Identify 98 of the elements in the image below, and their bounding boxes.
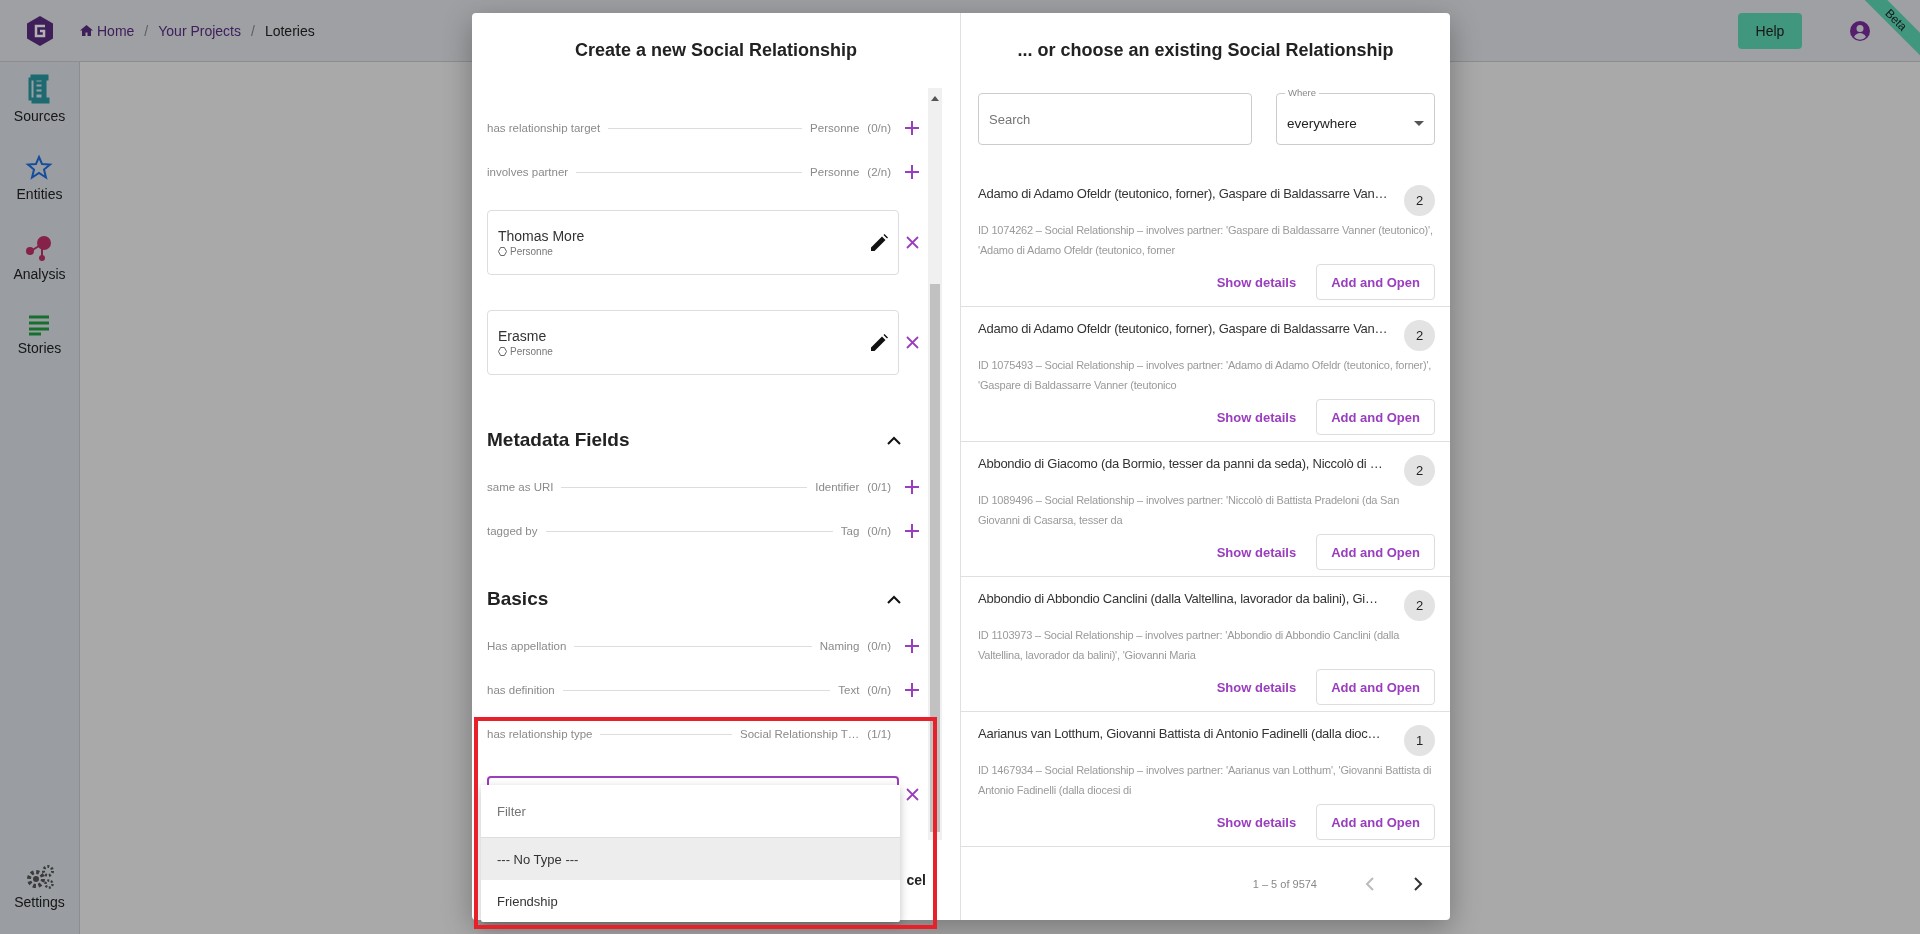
entity-name: Thomas More	[498, 228, 586, 244]
add-icon[interactable]	[905, 639, 919, 653]
nav-item[interactable]: Entities	[16, 154, 63, 234]
logo-icon[interactable]	[26, 14, 54, 47]
dialog-title: Create a new Social Relationship	[573, 39, 859, 62]
breadcrumb-separator: /	[251, 22, 255, 39]
count-badge: 1	[1404, 725, 1435, 756]
show-details-link[interactable]: Show details	[1216, 544, 1297, 560]
property-range: Text	[838, 684, 860, 696]
breadcrumb-link[interactable]: Your Projects	[158, 22, 241, 39]
property-count: (0/n)	[867, 640, 891, 652]
property-range: Identifier	[815, 481, 860, 493]
property-range: Personne	[810, 166, 860, 178]
count-badge: 2	[1404, 455, 1435, 486]
property-count: (0/n)	[867, 684, 891, 696]
count-badge: 2	[1404, 185, 1435, 216]
add-icon[interactable]	[905, 480, 919, 494]
dialog-title: ... or choose an existing Social Relationship	[1016, 39, 1395, 62]
close-icon[interactable]	[905, 236, 919, 249]
close-icon[interactable]	[905, 336, 919, 349]
property-label: involves partner	[487, 166, 569, 178]
property-count: (2/n)	[867, 166, 891, 178]
property-count: (1/1)	[867, 728, 891, 740]
result-title: Abbondio di Abbondio Canclini (dalla Valtellina, lavorador da balini), Gi…	[978, 591, 1379, 606]
property-range: Social Relationship T…	[740, 728, 860, 740]
filter-field[interactable]: Filter	[481, 785, 900, 838]
property-count: (0/1)	[867, 481, 891, 493]
property-range: Personne	[810, 122, 860, 134]
home-icon	[80, 25, 93, 36]
result-title: Adamo di Adamo Ofeldr (teutonico, forner), Gaspare di Baldassarre Van…	[978, 186, 1389, 201]
scroll-up-icon[interactable]	[931, 96, 939, 101]
search-field[interactable]: Search	[978, 93, 1252, 145]
entity-type: Personne	[498, 246, 870, 257]
dropdown-option[interactable]: --- No Type ---	[481, 838, 900, 880]
add-and-open-button[interactable]: Add and Open	[1316, 264, 1435, 300]
property-range: Naming	[819, 640, 860, 652]
property-label: has relationship target	[487, 122, 601, 134]
show-details-link[interactable]: Show details	[1216, 274, 1297, 290]
add-and-open-button[interactable]: Add and Open	[1316, 804, 1435, 840]
pagination-range: 1 – 5 of 9574	[1252, 878, 1317, 890]
lines-icon	[27, 314, 52, 336]
next-page-icon[interactable]	[1414, 877, 1423, 891]
count-badge: 2	[1404, 320, 1435, 351]
settings-button[interactable]: Settings	[14, 864, 65, 934]
gears-icon	[24, 864, 55, 890]
add-icon[interactable]	[905, 121, 919, 135]
cancel-button[interactable]: cel	[906, 872, 926, 888]
result-description: ID 1467934 – Social Relationship – involves partner: 'Aarianus van Lotthum', 'Giovanni Battista di Antonio Fadinelli (dalla diocesi di	[978, 763, 1433, 798]
close-icon[interactable]	[905, 788, 919, 801]
scroll-icon	[27, 74, 52, 104]
pencil-icon[interactable]	[870, 333, 888, 352]
result-description: ID 1074262 – Social Relationship – involves partner: 'Gaspare di Baldassarre Vanner (teutonico)', 'Adamo di Adamo Ofeldr (teutonico, forner	[978, 223, 1434, 258]
show-details-link[interactable]: Show details	[1216, 814, 1297, 830]
breadcrumb-link[interactable]: Home	[80, 22, 135, 39]
result-title: Aarianus van Lotthum, Giovanni Battista di Antonio Fadinelli (dalla dioc…	[978, 726, 1382, 741]
property-count: (0/n)	[867, 525, 891, 537]
entity-type: Personne	[498, 346, 870, 357]
result-description: ID 1075493 – Social Relationship – involves partner: 'Adamo di Adamo Ofeldr (teutonico, forner)', 'Gaspare di Baldassarre Vanner (teutonico	[978, 358, 1433, 393]
hexagon-icon	[498, 247, 507, 256]
add-and-open-button[interactable]: Add and Open	[1316, 669, 1435, 705]
property-label: has relationship type	[487, 728, 593, 740]
property-label: same as URI	[487, 481, 554, 493]
property-label: Has appellation	[487, 640, 567, 652]
breadcrumb-link[interactable]: Loteries	[264, 22, 315, 39]
caret-icon	[1414, 120, 1424, 126]
entity-name: Erasme	[498, 328, 548, 344]
add-icon[interactable]	[905, 165, 919, 179]
nav-item[interactable]: Analysis	[13, 234, 66, 314]
nav-item[interactable]: Stories	[17, 314, 62, 394]
property-label: tagged by	[487, 525, 538, 537]
scrollbar[interactable]	[928, 88, 942, 840]
property-label: has definition	[487, 684, 555, 696]
count-badge: 2	[1404, 590, 1435, 621]
add-and-open-button[interactable]: Add and Open	[1316, 399, 1435, 435]
network-icon	[25, 234, 54, 262]
collapse-button[interactable]	[887, 594, 901, 604]
star-icon	[25, 154, 54, 182]
property-range: Tag	[840, 525, 860, 537]
show-details-link[interactable]: Show details	[1216, 679, 1297, 695]
property-count: (0/n)	[867, 122, 891, 134]
help-button[interactable]: Help	[1738, 12, 1802, 49]
hexagon-icon	[498, 347, 507, 356]
pencil-icon[interactable]	[870, 233, 888, 252]
result-description: ID 1103973 – Social Relationship – involves partner: 'Abbondio di Abbondio Canclini (dalla Valtellina, lavorador da balini)', 'Giovanni Maria	[978, 628, 1401, 663]
section-title: Basics	[487, 588, 550, 610]
add-icon[interactable]	[905, 524, 919, 538]
show-details-link[interactable]: Show details	[1216, 409, 1297, 425]
breadcrumb-separator: /	[144, 22, 149, 39]
result-title: Abbondio di Giacomo (da Bormio, tesser da panni da seda), Niccolò di …	[978, 456, 1384, 471]
add-icon[interactable]	[905, 683, 919, 697]
nav-item[interactable]: Sources	[13, 74, 66, 154]
result-title: Adamo di Adamo Ofeldr (teutonico, forner), Gaspare di Baldassarre Van…	[978, 321, 1389, 336]
result-description: ID 1089496 – Social Relationship – involves partner: 'Niccolò di Battista Pradeloni (da San Giovanni di Casarsa, tesser da	[978, 493, 1401, 528]
user-icon[interactable]	[1850, 20, 1870, 41]
collapse-button[interactable]	[887, 435, 901, 445]
dropdown-option[interactable]: Friendship	[481, 880, 900, 922]
section-title: Metadata Fields	[487, 429, 631, 451]
add-and-open-button[interactable]: Add and Open	[1316, 534, 1435, 570]
